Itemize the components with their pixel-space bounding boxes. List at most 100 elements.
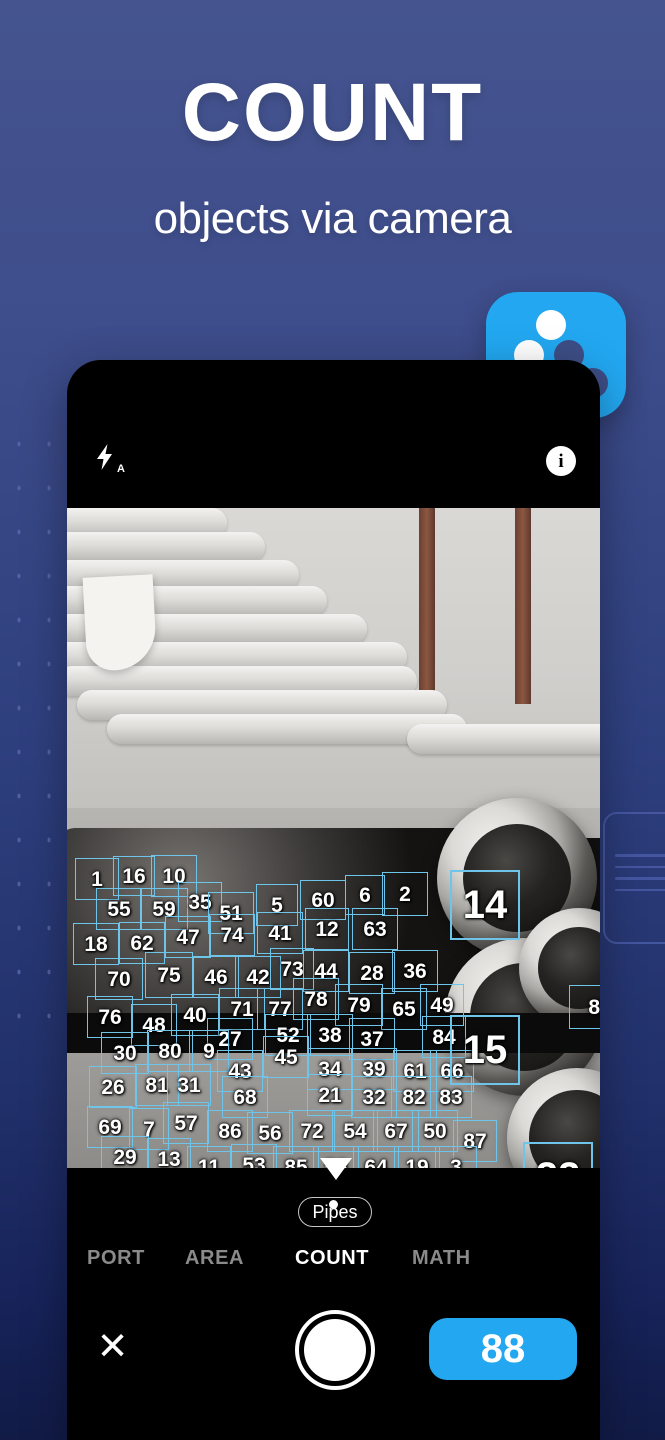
detection-label: 71 — [230, 997, 254, 1021]
close-icon[interactable]: ✕ — [85, 1318, 140, 1373]
detection-label: 13 — [157, 1147, 181, 1169]
detection-label: 67 — [384, 1119, 408, 1143]
detection-label: 29 — [113, 1145, 137, 1168]
detection-box[interactable]: 88 — [569, 985, 600, 1029]
mode-tabbar: PORT AREA COUNT MATH — [67, 1247, 600, 1291]
flash-auto-icon[interactable]: A — [93, 443, 125, 475]
detection-box[interactable]: 15 — [450, 1015, 520, 1085]
detection-label: 46 — [204, 965, 228, 989]
detection-label: 55 — [107, 897, 131, 921]
detection-box[interactable]: 75 — [145, 952, 193, 998]
detection-label: 45 — [274, 1045, 298, 1069]
tab-math[interactable]: MATH — [412, 1247, 471, 1270]
detection-label: 65 — [392, 997, 416, 1021]
detection-label: 73 — [280, 957, 304, 981]
detection-label: 86 — [218, 1119, 242, 1143]
detection-label: 78 — [304, 987, 328, 1011]
detection-box[interactable]: 53 — [231, 1144, 277, 1168]
detection-label: 72 — [300, 1119, 324, 1143]
document-card-decoration — [603, 812, 665, 944]
flash-mode-label: A — [117, 463, 125, 475]
camera-controls: Pipes PORT AREA COUNT MATH ✕ 88 — [67, 1158, 600, 1440]
detection-label: 31 — [177, 1073, 201, 1097]
detection-label: 18 — [84, 932, 108, 956]
detection-label: 83 — [439, 1085, 463, 1109]
detection-label: 57 — [174, 1111, 198, 1135]
detection-label: 6 — [359, 883, 371, 907]
detection-box[interactable]: 13 — [147, 1138, 191, 1168]
detection-label: 64 — [364, 1155, 388, 1169]
detection-box[interactable]: 22 — [523, 1142, 593, 1168]
detection-label: 19 — [405, 1155, 429, 1169]
detection-label: 16 — [122, 864, 146, 888]
detection-box[interactable]: 45 — [263, 1036, 309, 1078]
detection-box[interactable]: 70 — [95, 958, 143, 1000]
count-badge[interactable]: 88 — [429, 1318, 577, 1380]
detection-label: 14 — [462, 883, 508, 927]
detection-label: 81 — [145, 1073, 169, 1097]
shutter-button[interactable] — [295, 1310, 375, 1390]
detection-label: 74 — [220, 923, 244, 947]
app-icon-dot-1 — [536, 310, 566, 340]
detection-label: 80 — [158, 1039, 182, 1063]
detection-box[interactable]: 29 — [101, 1136, 149, 1168]
detection-box[interactable]: 19 — [394, 1146, 440, 1168]
detection-label: 85 — [284, 1155, 308, 1169]
detection-box[interactable]: 3 — [435, 1146, 477, 1168]
detection-label: 1 — [91, 867, 103, 891]
detection-label: 54 — [343, 1119, 367, 1143]
detection-label: 32 — [362, 1085, 386, 1109]
detection-label: 11 — [197, 1155, 221, 1169]
detection-overlay: 1 16 10 55 59 35 51 5 60 6 2 18 62 47 74 41 12 63 70 75 46 42… — [67, 508, 600, 1168]
detection-box[interactable]: 12 — [305, 908, 349, 950]
page-subtitle: objects via camera — [153, 194, 512, 243]
detection-label: 76 — [98, 1005, 122, 1029]
detection-label: 21 — [318, 1083, 342, 1107]
detection-label: 69 — [98, 1115, 122, 1139]
detection-label: 79 — [347, 993, 371, 1017]
shutter-inner — [304, 1319, 366, 1381]
detection-label: 63 — [363, 917, 387, 941]
camera-topbar: A i — [67, 360, 600, 508]
detection-box[interactable]: 31 — [167, 1064, 211, 1106]
detection-label: 12 — [315, 917, 339, 941]
detection-label: 75 — [157, 963, 181, 987]
detection-label: 47 — [176, 925, 200, 949]
info-button[interactable]: i — [546, 446, 576, 476]
tab-area[interactable]: AREA — [185, 1247, 244, 1270]
detection-label: 56 — [258, 1121, 282, 1145]
detection-label: 49 — [430, 993, 454, 1017]
detection-box[interactable]: 64 — [353, 1146, 399, 1168]
detection-label: 68 — [233, 1085, 257, 1109]
detection-label: 2 — [399, 882, 411, 906]
detection-label: 22 — [536, 1157, 581, 1168]
detection-label: 70 — [107, 967, 131, 991]
active-tab-indicator — [329, 1200, 338, 1209]
detection-label: 42 — [246, 965, 270, 989]
detection-label: 37 — [360, 1027, 384, 1051]
detection-label: 26 — [101, 1075, 125, 1099]
detection-box[interactable]: 74 — [209, 914, 255, 956]
detection-label: 9 — [203, 1039, 215, 1063]
detection-box[interactable]: 11 — [187, 1146, 231, 1168]
detection-box[interactable]: 26 — [89, 1066, 137, 1108]
phone-mockup: A i 1 16 10 55 59 35 51 5 60 6 2 18 62 4… — [67, 360, 600, 1440]
tab-count[interactable]: COUNT — [295, 1247, 369, 1270]
detection-label: 62 — [130, 931, 154, 955]
page-title: COUNT — [181, 67, 484, 158]
detection-label: 30 — [113, 1041, 137, 1065]
detection-label: 3 — [450, 1155, 462, 1169]
detection-label: 40 — [183, 1003, 207, 1027]
detection-label: 82 — [402, 1085, 426, 1109]
detection-label: 53 — [242, 1153, 266, 1169]
detection-label: 15 — [462, 1028, 508, 1072]
camera-preview[interactable]: 1 16 10 55 59 35 51 5 60 6 2 18 62 47 74 41 12 63 70 75 46 42… — [67, 508, 600, 1168]
dot-grid-decoration — [0, 418, 56, 1038]
tab-port[interactable]: PORT — [87, 1247, 145, 1270]
detection-box[interactable]: 14 — [450, 870, 520, 940]
detection-label: 50 — [423, 1119, 447, 1143]
detection-box[interactable]: 63 — [352, 908, 398, 950]
detection-label: 88 — [588, 995, 600, 1019]
detection-label: 38 — [318, 1023, 342, 1047]
detection-label: 36 — [403, 959, 427, 983]
